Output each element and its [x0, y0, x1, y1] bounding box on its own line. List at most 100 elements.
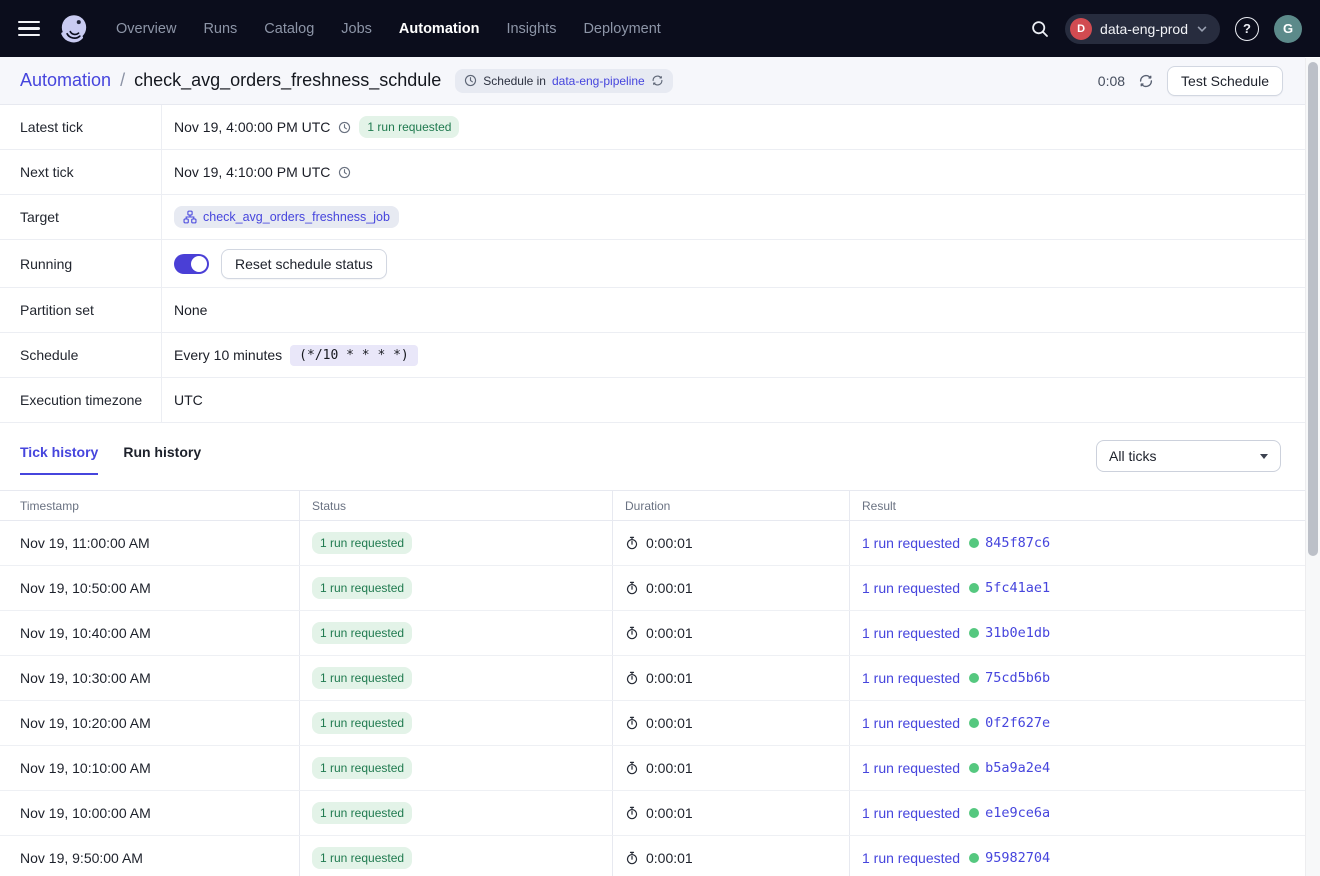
- tick-duration-cell: 0:00:01: [612, 836, 849, 876]
- tick-duration-cell: 0:00:01: [612, 656, 849, 700]
- reset-schedule-status-button[interactable]: Reset schedule status: [221, 249, 387, 279]
- nav-item-jobs[interactable]: Jobs: [341, 21, 372, 37]
- run-id-text: 95982704: [985, 850, 1050, 866]
- run-id-text: 845f87c6: [985, 535, 1050, 551]
- runs-requested-link[interactable]: 1 run requested: [862, 760, 960, 776]
- menu-icon[interactable]: [18, 21, 40, 36]
- help-icon[interactable]: ?: [1235, 17, 1259, 41]
- nav-item-catalog[interactable]: Catalog: [264, 21, 314, 37]
- tick-duration: 0:00:01: [646, 580, 693, 596]
- run-id-text: 75cd5b6b: [985, 670, 1050, 686]
- tick-status-badge: 1 run requested: [312, 667, 412, 689]
- tick-history-table: TimestampStatusDurationResult Nov 19, 11…: [0, 490, 1305, 876]
- refresh-countdown: 0:08: [1098, 73, 1125, 89]
- tick-filter-select[interactable]: All ticks: [1096, 440, 1281, 472]
- deployment-initial-badge: D: [1070, 18, 1092, 40]
- tick-timestamp: Nov 19, 10:40:00 AM: [0, 625, 299, 641]
- tick-filter-value: All ticks: [1109, 448, 1156, 464]
- tick-status-cell: 1 run requested: [299, 836, 612, 876]
- property-row: Latest tickNov 19, 4:00:00 PM UTC1 run r…: [0, 105, 1305, 150]
- cron-string: (*/10 * * * *): [290, 345, 418, 366]
- run-status-dot: [969, 853, 979, 863]
- run-id-link[interactable]: 95982704: [969, 850, 1050, 866]
- nav-item-overview[interactable]: Overview: [116, 21, 176, 37]
- run-id-link[interactable]: b5a9a2e4: [969, 760, 1050, 776]
- sync-icon[interactable]: [651, 74, 664, 87]
- runs-requested-link[interactable]: 1 run requested: [862, 670, 960, 686]
- stopwatch-icon: [625, 716, 639, 730]
- runs-requested-link[interactable]: 1 run requested: [862, 535, 960, 551]
- tick-status-badge: 1 run requested: [312, 712, 412, 734]
- deployment-switcher[interactable]: D data-eng-prod: [1065, 14, 1220, 44]
- tab-tick-history[interactable]: Tick history: [20, 444, 98, 475]
- run-status-dot: [969, 673, 979, 683]
- nav-item-automation[interactable]: Automation: [399, 21, 480, 37]
- nav-item-insights[interactable]: Insights: [506, 21, 556, 37]
- job-icon: [183, 210, 197, 224]
- tick-duration: 0:00:01: [646, 715, 693, 731]
- run-id-link[interactable]: 75cd5b6b: [969, 670, 1050, 686]
- runs-requested-link[interactable]: 1 run requested: [862, 580, 960, 596]
- scrollbar-thumb[interactable]: [1308, 62, 1318, 556]
- running-toggle[interactable]: [174, 254, 209, 274]
- nav-item-runs[interactable]: Runs: [203, 21, 237, 37]
- tick-timestamp: Nov 19, 10:50:00 AM: [0, 580, 299, 596]
- run-status-dot: [969, 628, 979, 638]
- property-value: Nov 19, 4:00:00 PM UTC1 run requested: [162, 105, 459, 149]
- tick-status-cell: 1 run requested: [299, 566, 612, 610]
- stopwatch-icon: [625, 806, 639, 820]
- tick-status-badge: 1 run requested: [312, 757, 412, 779]
- tabs: Tick history Run history: [20, 444, 201, 475]
- property-label: Execution timezone: [0, 378, 162, 422]
- nav-item-deployment[interactable]: Deployment: [583, 21, 660, 37]
- tick-status-cell: 1 run requested: [299, 791, 612, 835]
- tick-result-cell: 1 run requested 845f87c6: [849, 521, 1305, 565]
- tick-status-badge: 1 run requested: [312, 577, 412, 599]
- tick-status-badge: 1 run requested: [312, 622, 412, 644]
- tick-timestamp: Nov 19, 10:10:00 AM: [0, 760, 299, 776]
- tick-status-cell: 1 run requested: [299, 521, 612, 565]
- refresh-icon[interactable]: [1138, 73, 1154, 89]
- property-row: Execution timezone UTC: [0, 378, 1305, 423]
- tick-row: Nov 19, 10:20:00 AM1 run requested0:00:0…: [0, 701, 1305, 746]
- history-header-row: TimestampStatusDurationResult: [0, 490, 1305, 521]
- breadcrumb-separator: /: [120, 70, 125, 91]
- runs-requested-link[interactable]: 1 run requested: [862, 850, 960, 866]
- stopwatch-icon: [625, 581, 639, 595]
- target-job-link[interactable]: check_avg_orders_freshness_job: [174, 206, 399, 228]
- pipeline-link[interactable]: data-eng-pipeline: [552, 74, 645, 88]
- breadcrumb-automation-link[interactable]: Automation: [20, 70, 111, 91]
- run-id-link[interactable]: e1e9ce6a: [969, 805, 1050, 821]
- runs-requested-link[interactable]: 1 run requested: [862, 625, 960, 641]
- tick-duration-cell: 0:00:01: [612, 746, 849, 790]
- tick-result-cell: 1 run requested 0f2f627e: [849, 701, 1305, 745]
- page-title: check_avg_orders_freshness_schdule: [134, 70, 441, 91]
- tick-status-badge: 1 run requested: [312, 847, 412, 869]
- property-value: check_avg_orders_freshness_job: [162, 195, 399, 239]
- run-id-link[interactable]: 845f87c6: [969, 535, 1050, 551]
- run-id-link[interactable]: 0f2f627e: [969, 715, 1050, 731]
- tab-run-history[interactable]: Run history: [123, 444, 201, 475]
- run-id-link[interactable]: 31b0e1db: [969, 625, 1050, 641]
- vertical-scrollbar: [1305, 58, 1320, 876]
- property-value-text: UTC: [174, 392, 203, 408]
- property-label: Partition set: [0, 288, 162, 332]
- property-value-text: Nov 19, 4:10:00 PM UTC: [174, 164, 330, 180]
- properties-table: Latest tickNov 19, 4:00:00 PM UTC1 run r…: [0, 105, 1305, 423]
- tick-duration-cell: 0:00:01: [612, 791, 849, 835]
- tick-timestamp: Nov 19, 10:00:00 AM: [0, 805, 299, 821]
- run-status-dot: [969, 583, 979, 593]
- runs-requested-link[interactable]: 1 run requested: [862, 715, 960, 731]
- run-id-link[interactable]: 5fc41ae1: [969, 580, 1050, 596]
- run-id-text: 31b0e1db: [985, 625, 1050, 641]
- avatar[interactable]: G: [1274, 15, 1302, 43]
- dagster-logo-icon[interactable]: [56, 11, 92, 47]
- tick-result-cell: 1 run requested 75cd5b6b: [849, 656, 1305, 700]
- runs-requested-link[interactable]: 1 run requested: [862, 805, 960, 821]
- test-schedule-button[interactable]: Test Schedule: [1167, 66, 1283, 96]
- page-header: Automation / check_avg_orders_freshness_…: [0, 57, 1305, 105]
- search-icon[interactable]: [1030, 19, 1050, 39]
- top-nav: Overview Runs Catalog Jobs Automation Insight…: [0, 0, 1320, 57]
- tick-status-cell: 1 run requested: [299, 611, 612, 655]
- run-id-text: e1e9ce6a: [985, 805, 1050, 821]
